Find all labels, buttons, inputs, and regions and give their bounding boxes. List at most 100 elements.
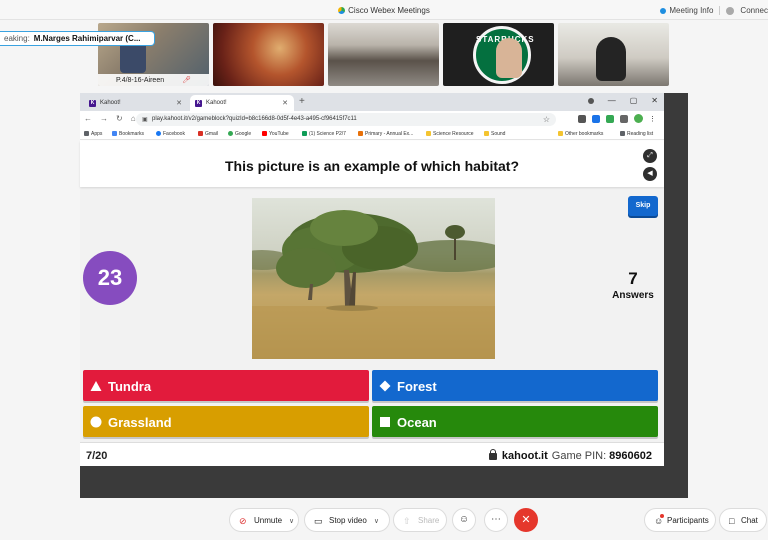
connection-status[interactable]: Connec: [740, 6, 768, 15]
google-icon: [228, 131, 233, 136]
bookmark-star-icon[interactable]: ☆: [543, 115, 550, 124]
square-icon: [380, 417, 390, 427]
webex-logo-icon: [338, 7, 346, 14]
meeting-controls: ⊘ Unmute ∨ ▭ Stop video ∨ ⇧ Share ☺ ⋯ ✕ ☺ Part…: [0, 500, 768, 540]
pin-label: Game PIN:: [551, 450, 607, 462]
site-name: kahoot.it: [501, 450, 548, 462]
participant-person-image: [596, 37, 626, 81]
reload-icon[interactable]: ↻: [116, 114, 123, 123]
status-icon: [726, 6, 735, 15]
home-icon[interactable]: ⌂: [131, 114, 136, 123]
answers-counter: 7 Answers: [600, 269, 666, 301]
camera-icon: ▭: [314, 516, 323, 526]
puzzle-icon[interactable]: [620, 114, 628, 123]
reactions-button[interactable]: ☺: [452, 508, 476, 532]
app-title: Cisco Webex Meetings: [0, 6, 768, 15]
back-icon[interactable]: ←: [84, 114, 92, 123]
bookmark-gmail[interactable]: Gmail: [198, 131, 218, 137]
url-input[interactable]: ▣ play.kahoot.it/v2/gameblock?quizId=b8c…: [136, 113, 556, 126]
bookmark-youtube[interactable]: YouTube: [262, 131, 289, 137]
participant-tile-4[interactable]: STARBUCKS: [443, 23, 554, 86]
lock-icon[interactable]: [488, 449, 497, 460]
facebook-icon: [156, 131, 161, 136]
minimize-icon[interactable]: —: [608, 96, 616, 105]
question-progress: 7/20: [86, 450, 108, 462]
site-icon: [358, 131, 363, 136]
bookmark-sound[interactable]: Sound: [484, 131, 505, 137]
circle-icon: [90, 416, 102, 428]
person-icon: ☺: [654, 514, 664, 526]
maximize-icon[interactable]: ▢: [630, 96, 638, 105]
extensions: ⋮: [578, 114, 656, 123]
skip-button[interactable]: Skip: [628, 196, 658, 216]
diamond-icon: [379, 380, 391, 392]
bookmark-facebook[interactable]: Facebook: [156, 131, 185, 137]
close-tab-icon[interactable]: ✕: [282, 99, 288, 107]
answer-option-tundra[interactable]: Tundra: [83, 370, 369, 401]
participant-tile-2[interactable]: [213, 23, 324, 86]
chevron-down-icon[interactable]: ∨: [289, 518, 294, 525]
bookmark-other[interactable]: Other bookmarks: [558, 131, 603, 137]
extension-pen-icon[interactable]: [578, 114, 586, 123]
menu-kebab-icon[interactable]: ⋮: [649, 115, 656, 123]
participant-nameplate: P.4/8-16-Aireen 🎤︎: [98, 74, 209, 86]
leave-meeting-button[interactable]: ✕: [514, 508, 538, 532]
sound-button[interactable]: ◀: [643, 167, 657, 181]
unmute-button[interactable]: ⊘ Unmute ∨: [229, 508, 299, 532]
bookmark-bookmarks[interactable]: Bookmarks: [112, 131, 144, 137]
kahoot-favicon-icon: K: [195, 100, 202, 107]
fullscreen-button[interactable]: ⤢: [643, 149, 657, 163]
profile-avatar[interactable]: [634, 114, 643, 123]
game-pin-area: kahoot.it Game PIN: 8960602: [488, 449, 652, 462]
bookmark-science-resource[interactable]: Science Resource: [426, 131, 474, 137]
forward-icon[interactable]: →: [100, 114, 108, 123]
active-speaker-banner: eaking: M.Narges Rahimiparvar (C...: [0, 31, 155, 46]
browser-tab-2[interactable]: K Kahoot! ✕: [190, 95, 294, 111]
folder-icon: [484, 131, 489, 136]
bookmark-apps[interactable]: Apps: [84, 131, 102, 137]
extension-icon[interactable]: [606, 114, 614, 123]
gmail-icon: [198, 131, 203, 136]
extension-icon[interactable]: [592, 114, 600, 123]
savanna-tree-image: [252, 210, 495, 359]
info-icon: [660, 8, 667, 14]
browser-window: K Kahoot! ✕ K Kahoot! ✕ + — ▢ ✕ ← → ↻ ⌂ ▣ pl…: [80, 93, 664, 466]
game-footer: 7/20 kahoot.it Game PIN: 8960602: [80, 442, 664, 466]
bookmark-reading-list[interactable]: Reading list: [620, 131, 653, 137]
participant-tile-5[interactable]: [558, 23, 669, 86]
star-icon: [112, 131, 117, 136]
browser-tab-bar: K Kahoot! ✕ K Kahoot! ✕ + — ▢ ✕: [80, 93, 664, 111]
speaker-icon: ◀: [647, 170, 653, 177]
meeting-info-button[interactable]: Meeting Info: [660, 6, 713, 15]
close-tab-icon[interactable]: ✕: [176, 99, 182, 107]
browser-tab-1[interactable]: K Kahoot! ✕: [84, 95, 188, 111]
more-options-button[interactable]: ⋯: [484, 508, 508, 532]
answer-option-grassland[interactable]: Grassland: [83, 406, 369, 437]
stop-video-button[interactable]: ▭ Stop video ∨: [304, 508, 390, 532]
chat-button[interactable]: □ Chat: [719, 508, 767, 532]
lock-icon: ▣: [142, 117, 148, 123]
new-tab-icon[interactable]: +: [299, 96, 305, 107]
answers-number: 7: [628, 269, 638, 288]
answer-option-forest[interactable]: Forest: [372, 370, 658, 401]
muted-mic-icon: 🎤︎: [182, 77, 191, 84]
classroom-icon: [302, 131, 307, 136]
participant-tile-3[interactable]: [328, 23, 439, 86]
share-button[interactable]: ⇧ Share: [393, 508, 447, 532]
bookmark-science[interactable]: (1) Science P2/7: [302, 131, 346, 137]
title-bar-right: Meeting Info Connec: [660, 6, 768, 15]
triangle-icon: [90, 381, 102, 391]
recording-icon: [587, 97, 594, 104]
youtube-icon: [262, 131, 267, 136]
bookmark-google[interactable]: Google: [228, 131, 251, 137]
participants-button[interactable]: ☺ Participants: [644, 508, 716, 532]
question-bar: This picture is an example of which habi…: [80, 141, 664, 187]
kahoot-game-view: This picture is an example of which habi…: [80, 141, 664, 466]
share-icon: ⇧: [403, 516, 411, 526]
kahoot-favicon-icon: K: [89, 100, 96, 107]
chevron-down-icon[interactable]: ∨: [374, 518, 379, 525]
bookmark-primary[interactable]: Primary - Annual Ex...: [358, 131, 413, 137]
answers-label: Answers: [612, 290, 654, 301]
answer-option-ocean[interactable]: Ocean: [372, 406, 658, 437]
close-window-icon[interactable]: ✕: [651, 96, 658, 105]
